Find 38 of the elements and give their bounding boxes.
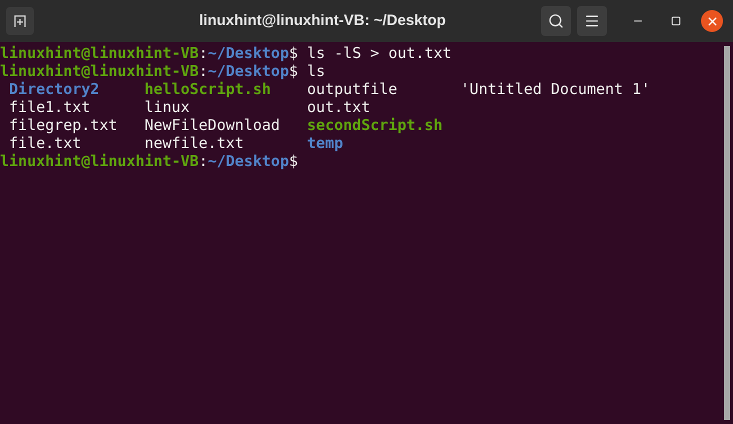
- close-button[interactable]: [701, 10, 723, 32]
- file-name: file.txt: [9, 134, 82, 152]
- file-name: helloScript.sh: [144, 80, 271, 98]
- file-name: outputfile: [307, 80, 398, 98]
- prompt-separator: :: [198, 62, 208, 80]
- command-text: ls -lS > out.txt: [307, 44, 452, 62]
- file-name: file1.txt: [9, 98, 90, 116]
- file-name: newfile.txt: [144, 134, 244, 152]
- menu-icon: [584, 13, 600, 29]
- new-tab-button[interactable]: [6, 7, 34, 35]
- prompt-separator: :: [198, 44, 208, 62]
- search-icon: [548, 13, 564, 29]
- prompt-path: ~/Desktop: [208, 152, 289, 170]
- prompt-user: linuxhint@linuxhint-VB: [0, 44, 199, 62]
- file-name: secondScript.sh: [307, 116, 442, 134]
- file-name: NewFileDownload: [144, 116, 280, 134]
- prompt-symbol: $: [289, 44, 298, 62]
- file-name: temp: [307, 134, 344, 152]
- search-button[interactable]: [541, 6, 571, 36]
- window-title: linuxhint@linuxhint-VB: ~/Desktop: [199, 10, 446, 31]
- menu-button[interactable]: [577, 6, 607, 36]
- prompt-separator: :: [198, 152, 208, 170]
- file-name: filegrep.txt: [9, 116, 118, 134]
- prompt-user: linuxhint@linuxhint-VB: [0, 62, 199, 80]
- maximize-icon: [671, 16, 681, 26]
- file-name: linux: [144, 98, 190, 116]
- new-tab-icon: [13, 14, 27, 28]
- file-name: Directory2: [9, 80, 100, 98]
- scrollbar[interactable]: [724, 46, 730, 420]
- file-name: 'Untitled Document 1': [460, 80, 650, 98]
- prompt-user: linuxhint@linuxhint-VB: [0, 152, 199, 170]
- command-text: ls: [307, 62, 326, 80]
- prompt-symbol: $: [289, 152, 298, 170]
- prompt-path: ~/Desktop: [208, 62, 289, 80]
- prompt-path: ~/Desktop: [208, 44, 289, 62]
- close-icon: [706, 14, 718, 28]
- prompt-symbol: $: [289, 62, 298, 80]
- file-name: out.txt: [307, 98, 370, 116]
